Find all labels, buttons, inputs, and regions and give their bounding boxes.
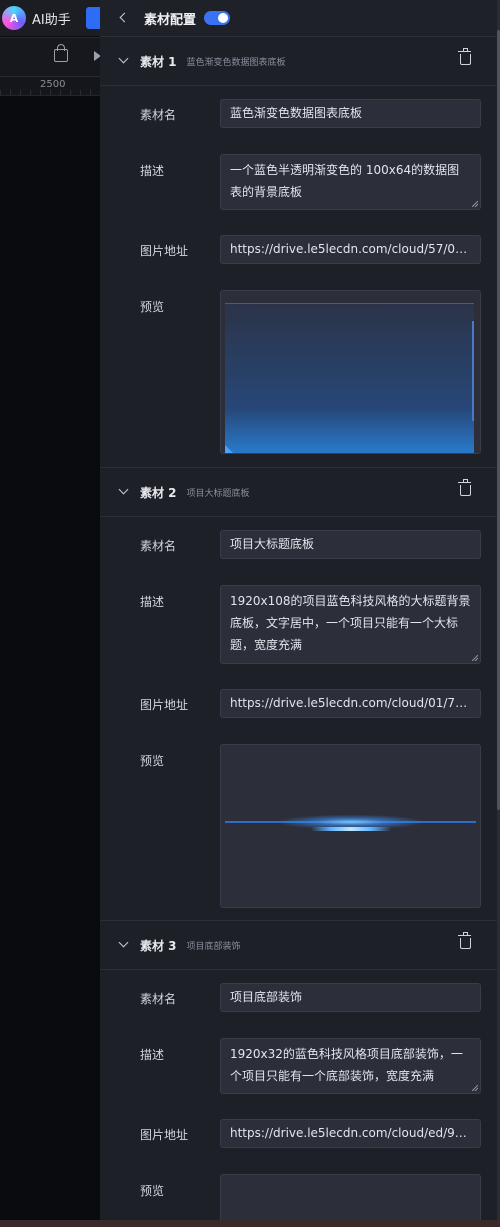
delete-trash-icon[interactable] <box>458 479 471 496</box>
preview-image-edge <box>472 321 474 421</box>
name-label: 素材名 <box>140 108 177 122</box>
bottom-strip <box>0 1220 500 1227</box>
name-label: 素材名 <box>140 992 177 1006</box>
material-1-url-input[interactable]: https://drive.le5lecdn.com/cloud/57/0a/0… <box>220 235 481 264</box>
material-3-name-input[interactable]: 项目底部装饰 <box>220 983 481 1012</box>
material-2-url-input[interactable]: https://drive.le5lecdn.com/cloud/01/7f/b… <box>220 689 481 718</box>
material-2-name-input[interactable]: 项目大标题底板 <box>220 530 481 559</box>
collapse-chevron-icon[interactable] <box>119 56 129 66</box>
preview-title-bar-highlight <box>311 827 391 831</box>
material-1-title: 素材 1 <box>140 54 177 69</box>
preview-label: 预览 <box>140 300 165 314</box>
ai-assistant-label[interactable]: AI助手 <box>32 9 71 28</box>
material-config-panel: 素材配置 素材 1 蓝色渐变色数据图表底板 素材名 蓝色渐变色数据图表底板 描述… <box>100 0 497 1220</box>
material-3-url-input[interactable]: https://drive.le5lecdn.com/cloud/ed/96/6… <box>220 1119 481 1148</box>
material-2-subtitle: 项目大标题底板 <box>186 488 250 499</box>
preview-label: 预览 <box>140 754 165 768</box>
app-top-bar: A AI助手 <box>0 0 100 36</box>
desc-label: 描述 <box>140 1048 165 1062</box>
collapse-chevron-icon[interactable] <box>119 487 129 497</box>
material-1-name-input[interactable]: 蓝色渐变色数据图表底板 <box>220 99 481 128</box>
ai-assistant-logo-icon[interactable]: A <box>2 6 26 30</box>
material-config-toggle[interactable] <box>204 11 231 25</box>
material-2-header[interactable]: 素材 2 项目大标题底板 <box>100 467 497 517</box>
material-3-preview <box>220 1174 481 1220</box>
url-label: 图片地址 <box>140 1128 189 1142</box>
material-1-desc-textarea[interactable]: 一个蓝色半透明渐变色的 100x64的数据图表的背景底板 <box>220 154 481 210</box>
collapse-chevron-icon[interactable] <box>119 940 129 950</box>
material-3-subtitle: 项目底部装饰 <box>186 941 241 952</box>
material-1-preview <box>220 290 481 454</box>
material-2-title: 素材 2 <box>140 485 177 500</box>
material-3-desc-text: 1920x32的蓝色科技风格项目底部装饰，一个项目只能有一个底部装饰，宽度充满 <box>230 1047 463 1083</box>
lock-icon[interactable] <box>54 44 68 62</box>
desc-label: 描述 <box>140 595 165 609</box>
material-3-desc-textarea[interactable]: 1920x32的蓝色科技风格项目底部装饰，一个项目只能有一个底部装饰，宽度充满 <box>220 1038 481 1094</box>
material-2-preview <box>220 744 481 908</box>
desc-label: 描述 <box>140 164 165 178</box>
material-2-desc-text: 1920x108的项目蓝色科技风格的大标题背景底板，文字居中，一个项目只能有一个… <box>230 594 471 652</box>
horizontal-ruler: 2500 <box>0 77 100 96</box>
resize-handle-icon[interactable] <box>472 655 478 661</box>
material-1-subtitle: 蓝色渐变色数据图表底板 <box>186 57 286 68</box>
canvas-toolbar <box>0 37 101 77</box>
resize-handle-icon[interactable] <box>472 1085 478 1091</box>
name-label: 素材名 <box>140 539 177 553</box>
url-label: 图片地址 <box>140 698 189 712</box>
ruler-label: 2500 <box>40 79 66 90</box>
material-3-title: 素材 3 <box>140 938 177 953</box>
material-1-desc-text: 一个蓝色半透明渐变色的 100x64的数据图表的背景底板 <box>230 163 460 199</box>
material-1-header[interactable]: 素材 1 蓝色渐变色数据图表底板 <box>100 37 497 86</box>
preview-image-chart-panel <box>225 303 474 453</box>
resize-handle-icon[interactable] <box>472 201 478 207</box>
editor-canvas[interactable] <box>0 96 100 1220</box>
panel-title: 素材配置 <box>144 12 197 28</box>
delete-trash-icon[interactable] <box>458 48 471 65</box>
back-chevron-icon[interactable] <box>118 13 128 23</box>
delete-trash-icon[interactable] <box>458 932 471 949</box>
panel-header: 素材配置 <box>100 0 497 37</box>
monitor-icon[interactable] <box>86 7 100 29</box>
material-2-desc-textarea[interactable]: 1920x108的项目蓝色科技风格的大标题背景底板，文字居中，一个项目只能有一个… <box>220 585 481 664</box>
preview-label: 预览 <box>140 1184 165 1198</box>
material-3-header[interactable]: 素材 3 项目底部装饰 <box>100 920 497 970</box>
url-label: 图片地址 <box>140 244 189 258</box>
